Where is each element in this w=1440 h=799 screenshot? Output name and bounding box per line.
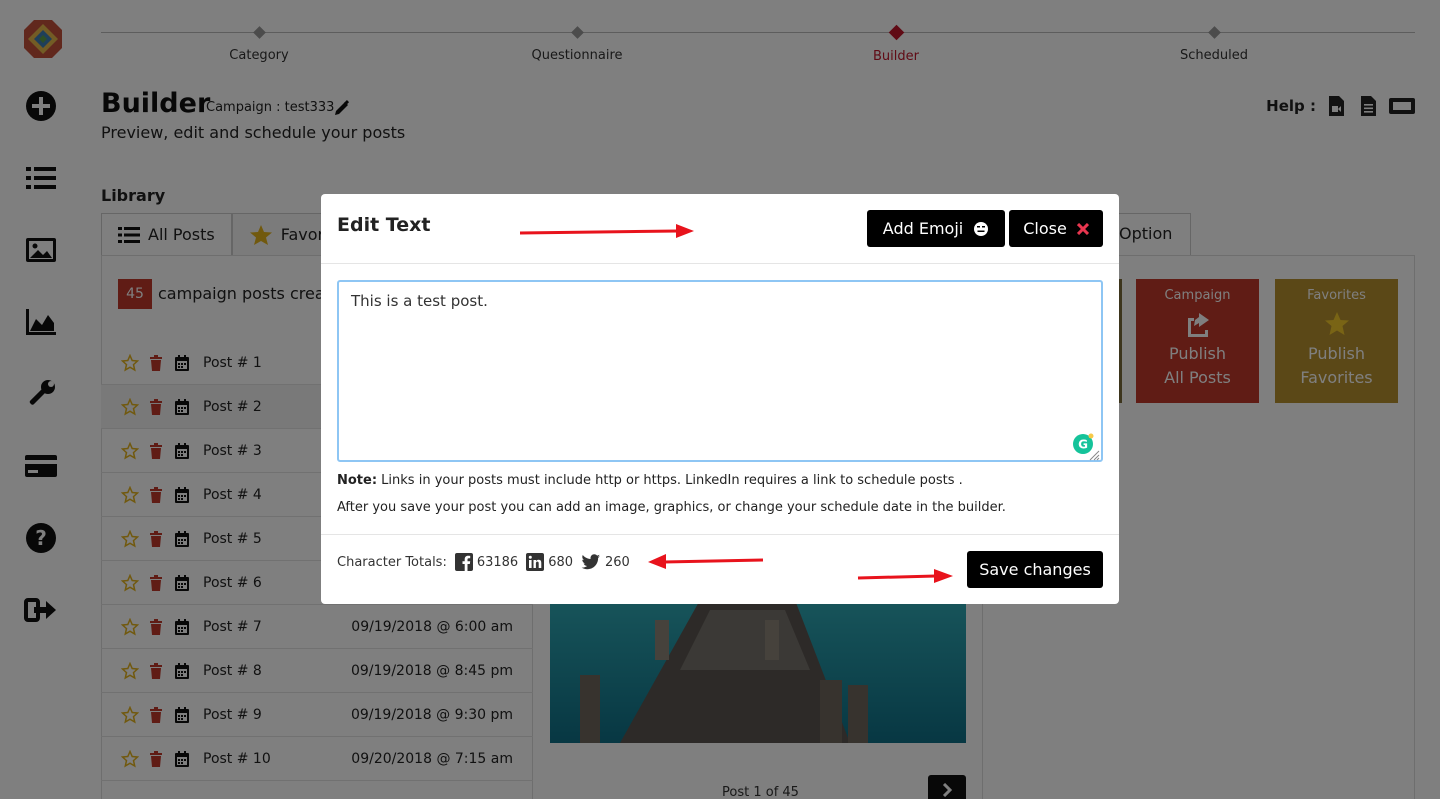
annotation-arrow-icon	[648, 554, 764, 569]
close-button[interactable]: Close	[1009, 210, 1103, 247]
character-totals: Character Totals: 63186 680 260	[337, 551, 630, 573]
resize-handle-icon[interactable]	[1088, 449, 1100, 461]
annotation-arrow-icon	[857, 569, 953, 583]
button-label: Add Emoji	[882, 219, 964, 238]
modal-divider	[321, 534, 1119, 535]
save-changes-button[interactable]: Save changes	[967, 551, 1103, 588]
linkedin-icon	[526, 553, 545, 571]
twitter-count: 260	[605, 554, 630, 570]
note-label: Note:	[337, 473, 378, 488]
button-label: Close	[1023, 219, 1067, 238]
add-emoji-button[interactable]: Add Emoji	[867, 210, 1005, 247]
annotation-arrow-icon	[519, 224, 694, 238]
modal-title: Edit Text	[337, 214, 431, 236]
facebook-count: 63186	[476, 554, 519, 570]
char-totals-label: Character Totals:	[337, 554, 447, 570]
note-text: Note: Links in your posts must include h…	[337, 473, 963, 488]
note-secondary: After you save your post you can add an …	[337, 500, 1006, 515]
twitter-icon	[581, 554, 601, 570]
modal-header: Edit Text Add Emoji Close	[321, 194, 1119, 264]
emoji-icon	[974, 221, 989, 236]
close-icon	[1076, 222, 1089, 235]
linkedin-count: 680	[548, 554, 574, 570]
note-body: Links in your posts must include http or…	[377, 473, 963, 488]
facebook-icon	[454, 553, 473, 571]
edit-text-modal: Edit Text Add Emoji Close G Note: Links …	[321, 194, 1119, 604]
post-text-input[interactable]	[337, 280, 1103, 462]
svg-text:G: G	[1078, 438, 1088, 452]
